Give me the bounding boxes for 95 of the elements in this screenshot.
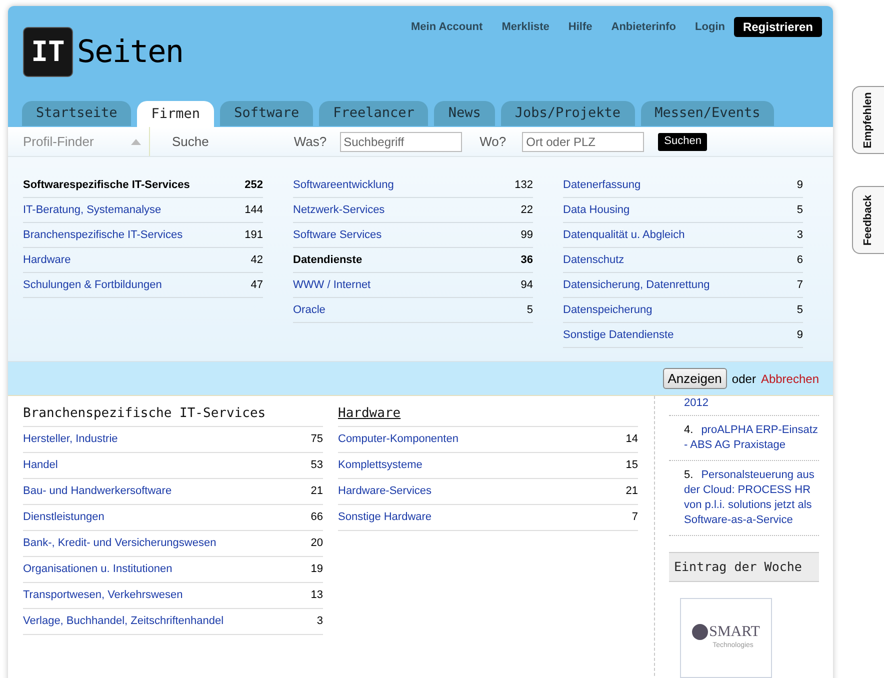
category-count: 13 [310, 588, 323, 604]
nav-tab[interactable]: Freelancer [319, 101, 428, 126]
category-link[interactable]: Sonstige Datendienste [563, 326, 674, 344]
section-heading: Branchenspezifische IT-Services [23, 405, 266, 424]
category-link[interactable]: Netzwerk-Services [293, 202, 385, 218]
category-count: 47 [250, 278, 263, 293]
news-link[interactable]: 2012 [684, 396, 819, 411]
category-link[interactable]: Branchenspezifische IT-Services [23, 226, 183, 244]
featured-heading: Eintrag der Woche [669, 552, 819, 582]
show-button[interactable]: Anzeigen [662, 368, 727, 389]
category-count: 252 [244, 178, 263, 193]
category-count: 15 [626, 458, 638, 474]
category-link[interactable]: Datenqualität u. Abgleich [563, 226, 685, 244]
category-count: 53 [310, 458, 323, 474]
search-button[interactable]: Suchen [658, 132, 708, 150]
category-count: 14 [626, 432, 638, 448]
category-count: 42 [250, 252, 263, 268]
category-count: 5 [526, 302, 533, 318]
circle-icon [692, 624, 708, 640]
category-count: 21 [310, 484, 323, 500]
category-count: 191 [244, 228, 263, 243]
nav-link[interactable]: Anbieterinfo [611, 18, 676, 36]
location-field[interactable]: Ort oder PLZ [522, 132, 644, 152]
section-heading[interactable]: Hardware [338, 404, 401, 424]
search-label: Suche [172, 132, 209, 151]
nav-link[interactable]: Merkliste [502, 18, 550, 36]
category-count: 21 [626, 484, 638, 500]
register-button[interactable]: Registrieren [734, 17, 822, 37]
category-link[interactable]: Dienstleistungen [23, 509, 104, 526]
category-count: 22 [520, 202, 533, 218]
category-count: 20 [310, 536, 323, 552]
category-link[interactable]: Hersteller, Industrie [23, 431, 118, 448]
category-link[interactable]: Organisationen u. Institutionen [23, 561, 172, 578]
logo-mark[interactable]: IT [23, 27, 73, 77]
or-text: oder [732, 370, 756, 388]
logo-text[interactable]: Seiten [77, 28, 183, 76]
category-count: 9 [796, 328, 803, 343]
category-link[interactable]: IT-Beratung, Systemanalyse [23, 202, 162, 218]
collapse-icon[interactable] [131, 138, 141, 144]
category-link[interactable]: Handel [23, 457, 58, 474]
category-count: 3 [796, 228, 803, 243]
category-link[interactable]: Software Services [293, 226, 382, 244]
category-link[interactable]: Bank-, Kredit- und Versicherungswesen [23, 535, 216, 552]
nav-link[interactable]: Hilfe [568, 18, 592, 36]
category-count: 75 [310, 432, 323, 448]
nav-tab[interactable]: Jobs/Projekte [500, 101, 635, 126]
category-link[interactable]: Softwareentwicklung [293, 176, 394, 194]
nav-link[interactable]: Mein Account [410, 18, 483, 36]
category-link[interactable]: Komplettsysteme [338, 457, 422, 474]
category-link[interactable]: Hardware [23, 252, 71, 268]
category-link[interactable]: Datenspeicherung [563, 302, 652, 318]
category-link[interactable]: Verlage, Buchhandel, Zeitschriftenhandel [23, 613, 224, 630]
category-link[interactable]: Schulungen & Fortbildungen [23, 276, 162, 294]
category-link[interactable]: Softwarespezifische IT-Services [23, 176, 190, 194]
category-count: 5 [796, 202, 803, 218]
cancel-link[interactable]: Abbrechen [760, 370, 819, 388]
news-link[interactable]: 5. Personalsteuerung aus der Cloud: PROCESS HR von p.l.i. solutions jetzt als Software-as-a-Service [684, 468, 819, 528]
category-count: 3 [316, 614, 323, 630]
category-link[interactable]: Datenerfassung [563, 176, 641, 194]
nav-tab[interactable]: Messen/Events [640, 101, 774, 126]
nav-tab[interactable]: Startseite [22, 101, 132, 126]
category-link[interactable]: Bau- und Handwerkersoftware [23, 483, 172, 500]
category-count: 144 [244, 202, 263, 218]
category-link[interactable]: Datenschutz [563, 252, 624, 268]
category-link[interactable]: Hardware-Services [338, 483, 432, 500]
news-link[interactable]: 4. proALPHA ERP-Einsatz - ABS AG Praxistage [684, 423, 819, 453]
category-count: 7 [796, 278, 803, 293]
category-count: 94 [520, 278, 533, 293]
category-count: 7 [632, 510, 638, 526]
category-link[interactable]: Sonstige Hardware [338, 509, 432, 526]
nav-tab[interactable]: Firmen [137, 101, 214, 127]
category-link[interactable]: Computer-Komponenten [338, 431, 458, 448]
what-label: Was? [294, 132, 327, 151]
category-count: 66 [310, 510, 323, 526]
nav-link[interactable]: Login [695, 18, 725, 36]
where-label: Wo? [480, 132, 506, 151]
category-link[interactable]: WWW / Internet [293, 276, 371, 294]
category-link[interactable]: Data Housing [563, 202, 630, 218]
category-count: 132 [514, 178, 533, 193]
nav-tab[interactable]: Software [220, 101, 314, 126]
category-link[interactable]: Transportwesen, Verkehrswesen [23, 587, 183, 604]
category-link[interactable]: Oracle [293, 302, 326, 318]
category-count: 6 [796, 252, 803, 268]
category-count: 5 [796, 302, 803, 318]
category-count: 36 [520, 252, 533, 268]
side-tab[interactable]: Feedback [852, 186, 884, 254]
side-tab[interactable]: Empfehlen [852, 86, 884, 154]
category-count: 9 [796, 178, 803, 193]
category-count: 19 [310, 562, 323, 578]
category-count: 99 [520, 228, 533, 243]
category-link[interactable]: Datendienste [293, 252, 362, 268]
keyword-field[interactable]: Suchbegriff [340, 132, 462, 152]
category-link[interactable]: Datensicherung, Datenrettung [563, 276, 710, 294]
company-name: SMART [709, 624, 760, 640]
nav-tab[interactable]: News [434, 101, 495, 126]
